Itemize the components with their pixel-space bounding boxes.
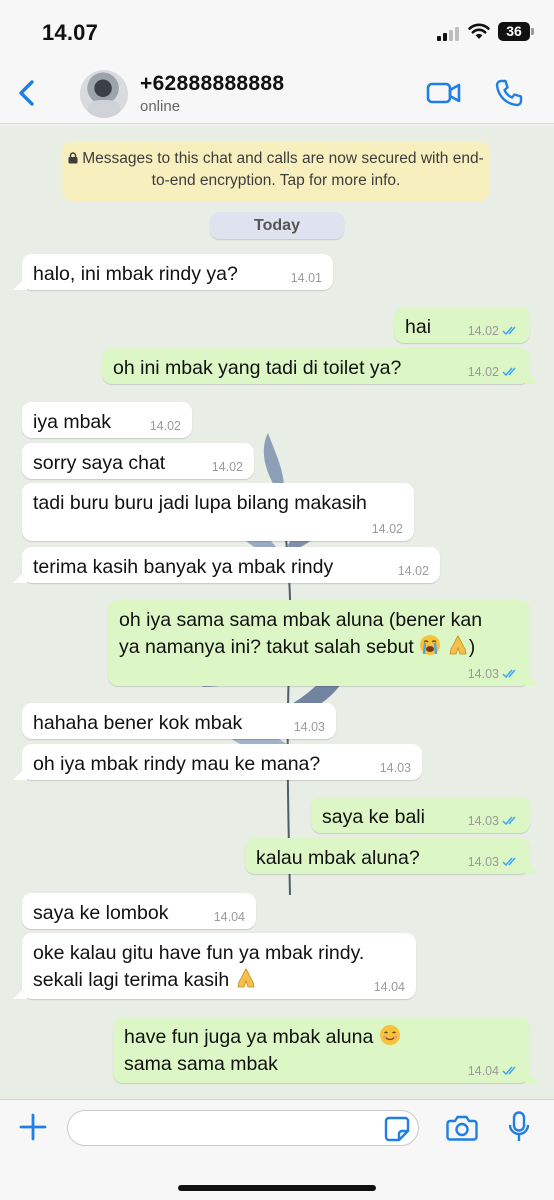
message-text: saya ke lombok	[33, 902, 169, 924]
message-bubble-outgoing[interactable]: kalau mbak aluna? 14.03	[245, 838, 530, 874]
message-meta: 14.03	[468, 855, 519, 869]
message-time: 14.03	[293, 720, 325, 734]
encryption-notice[interactable]: Messages to this chat and calls are now …	[62, 141, 490, 201]
status-bar: 14.07 36	[0, 0, 554, 62]
message-bubble-incoming[interactable]: iya mbak 14.02	[22, 402, 192, 438]
battery-indicator: 36	[498, 22, 534, 41]
message-bubble-incoming[interactable]: tadi buru buru jadi lupa bilang makasih …	[22, 483, 414, 541]
message-text-line: ya namanya ini? takut salah sebut )	[119, 635, 476, 658]
message-bubble-incoming[interactable]: sorry saya chat 14.02	[22, 443, 254, 479]
double-check-icon	[502, 367, 516, 377]
message-meta: 14.02	[468, 324, 519, 338]
double-check-icon	[502, 1066, 516, 1076]
contact-avatar[interactable]	[80, 70, 128, 118]
message-text: oh iya mbak rindy mau ke mana?	[33, 753, 321, 775]
chevron-left-icon[interactable]	[14, 78, 40, 108]
message-time: 14.02	[467, 365, 499, 379]
message-text: terima kasih banyak ya mbak rindy	[33, 556, 334, 578]
message-bubble-incoming[interactable]: hahaha bener kok mbak 14.03	[22, 703, 336, 739]
message-text: hai	[405, 316, 432, 338]
message-text-line: sama sama mbak	[124, 1053, 278, 1075]
message-time: 14.04	[213, 910, 245, 924]
message-text-line: have fun juga ya mbak aluna	[124, 1024, 518, 1051]
message-bubble-outgoing[interactable]: oh ini mbak yang tadi di toilet ya? 14.0…	[102, 348, 530, 384]
message-bubble-outgoing[interactable]: oh iya sama sama mbak aluna (bener kan y…	[108, 600, 530, 686]
message-time: 14.03	[379, 761, 411, 775]
message-bubble-incoming[interactable]: oke kalau gitu have fun ya mbak rindy. s…	[22, 933, 416, 999]
message-meta: 14.03	[468, 667, 519, 681]
message-meta: 14.03	[468, 814, 519, 828]
message-time: 14.03	[467, 667, 499, 681]
message-text: hahaha bener kok mbak	[33, 712, 243, 734]
encryption-notice-text: Messages to this chat and calls are now …	[82, 150, 484, 189]
double-check-icon	[502, 669, 516, 679]
message-bubble-outgoing[interactable]: have fun juga ya mbak aluna sama sama mb…	[113, 1017, 530, 1083]
message-input[interactable]	[67, 1110, 419, 1146]
contact-status: online	[140, 98, 181, 115]
status-time: 14.07	[42, 20, 99, 45]
message-time: 14.02	[371, 522, 403, 536]
message-time: 14.02	[397, 564, 429, 578]
microphone-icon[interactable]	[508, 1111, 530, 1143]
contact-name[interactable]: +62888888888	[140, 72, 284, 96]
video-call-icon[interactable]	[426, 80, 462, 106]
double-check-icon	[502, 326, 516, 336]
home-indicator	[178, 1185, 376, 1191]
message-meta: 14.02	[468, 365, 519, 379]
message-time: 14.01	[290, 271, 322, 285]
folded-hands-emoji-icon	[237, 968, 255, 988]
message-time: 14.02	[467, 324, 499, 338]
message-text: tadi buru buru jadi lupa bilang makasih	[33, 492, 367, 514]
message-text-line: oh iya sama sama mbak aluna (bener kan	[119, 609, 483, 631]
message-bubble-outgoing[interactable]: hai 14.02	[394, 307, 530, 343]
message-bubble-incoming[interactable]: terima kasih banyak ya mbak rindy 14.02	[22, 547, 440, 583]
double-check-icon	[502, 816, 516, 826]
message-time: 14.04	[467, 1064, 499, 1078]
composer-bar	[0, 1099, 554, 1200]
folded-hands-emoji-icon	[449, 635, 467, 655]
loudly-crying-face-emoji-icon	[420, 635, 441, 655]
plus-icon[interactable]	[18, 1112, 48, 1142]
message-bubble-outgoing[interactable]: saya ke bali 14.03	[311, 797, 530, 833]
message-meta: 14.04	[468, 1064, 519, 1078]
day-separator: Today	[210, 212, 344, 239]
message-time: 14.03	[467, 855, 499, 869]
lock-icon	[68, 152, 78, 164]
phone-icon[interactable]	[494, 78, 524, 108]
message-text-line: oke kalau gitu have fun ya mbak rindy.	[33, 942, 365, 964]
message-time: 14.02	[211, 460, 243, 474]
message-time: 14.03	[467, 814, 499, 828]
chat-area[interactable]: Messages to this chat and calls are now …	[0, 125, 554, 1099]
chat-header: +62888888888 online	[0, 62, 554, 124]
message-text: kalau mbak aluna?	[256, 847, 420, 869]
message-time: 14.04	[373, 980, 405, 994]
wifi-icon	[468, 23, 490, 39]
camera-icon[interactable]	[446, 1114, 478, 1142]
message-time: 14.02	[149, 419, 181, 433]
message-bubble-incoming[interactable]: halo, ini mbak rindy ya? 14.01	[22, 254, 333, 290]
cellular-signal-icon	[437, 25, 461, 41]
message-text: saya ke bali	[322, 806, 425, 828]
message-text: iya mbak	[33, 411, 112, 433]
message-text: oh ini mbak yang tadi di toilet ya?	[113, 357, 402, 379]
message-bubble-incoming[interactable]: saya ke lombok 14.04	[22, 893, 256, 929]
message-text-line: sekali lagi terima kasih	[33, 967, 404, 994]
sticker-icon[interactable]	[384, 1116, 410, 1142]
smiling-face-emoji-icon	[379, 1025, 400, 1045]
message-text: halo, ini mbak rindy ya?	[33, 263, 238, 285]
message-text: sorry saya chat	[33, 452, 166, 474]
message-bubble-incoming[interactable]: oh iya mbak rindy mau ke mana? 14.03	[22, 744, 422, 780]
double-check-icon	[502, 857, 516, 867]
